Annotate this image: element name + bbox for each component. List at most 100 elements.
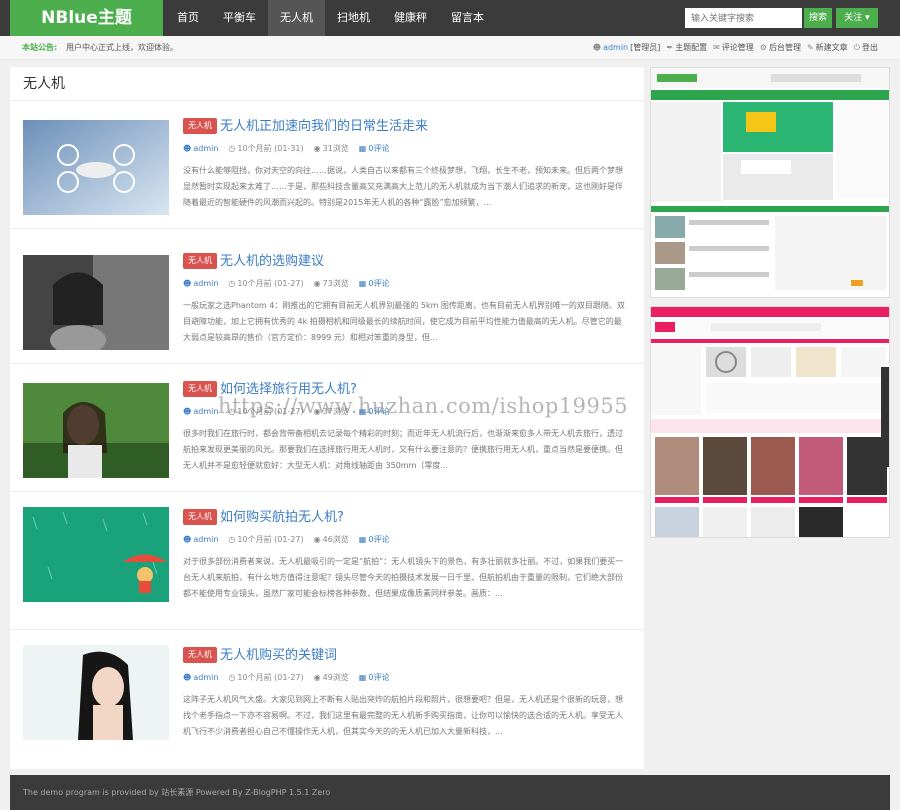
post-thumbnail[interactable] [23,383,169,478]
comment-icon: ✉ [713,43,720,52]
category-tag[interactable]: 无人机 [183,118,217,134]
post-views: ◉ 49浏览 [314,672,349,683]
comment-manage-label[interactable]: 评论管理 [722,36,754,60]
sidebar-ad-shop[interactable] [650,306,890,538]
admin-panel-label[interactable]: 后台管理 [769,36,801,60]
woman-park-image[interactable] [23,383,169,478]
search-input[interactable] [685,8,802,28]
category-tag[interactable]: 无人机 [183,647,217,663]
views-text: 46浏览 [322,535,349,544]
nav-health-scale[interactable]: 健康秤 [382,0,439,36]
power-icon: ⏻ [853,43,860,52]
post-excerpt: 很多时我们在旅行时，都会背带备相机去记录每个精彩的时刻；而近年无人机流行后，也渐… [183,429,623,470]
post-author[interactable]: ☻ admin [183,534,218,545]
nav-drone[interactable]: 无人机 [268,0,325,36]
comments-text[interactable]: 0评论 [368,534,389,545]
user-icon: ☻ [183,279,192,288]
watermark-text: https://www.huzhan.com/ishop19955 [218,394,629,418]
category-tag[interactable]: 无人机 [183,509,217,525]
search-button[interactable]: 搜索 [804,8,832,28]
views-text: 49浏览 [322,673,349,682]
sidebar-ad-banner[interactable] [650,67,890,298]
rain-illustration-image[interactable] [23,507,169,602]
post-comments[interactable]: ▦ 0评论 [359,672,390,683]
post-author[interactable]: ☻ admin [183,406,218,417]
post-comments[interactable]: ▦ 0评论 [359,534,390,545]
post-author[interactable]: ☻ admin [183,143,218,154]
author-name[interactable]: admin [193,407,218,416]
author-name[interactable]: admin [193,279,218,288]
post-excerpt: 没有什么能够阻挡，你对天空的向往……据说，人类自古以来都有三个终极梦想，飞翔，长… [183,166,623,207]
post-views: ◉ 46浏览 [314,534,349,545]
author-name[interactable]: admin [193,535,218,544]
site-logo[interactable]: NBlue主题 [10,0,163,36]
post-comments[interactable]: ▦ 0评论 [359,278,390,289]
woman-portrait-image[interactable] [23,645,169,740]
post-comments[interactable]: ▦ 0评论 [359,143,390,154]
admin-name[interactable]: admin [603,36,628,60]
author-name[interactable]: admin [193,144,218,153]
post-thumbnail[interactable] [23,645,169,740]
comments-text[interactable]: 0评论 [368,143,389,154]
user-icon: ☻ [183,535,192,544]
eye-icon: ◉ [313,673,321,682]
category-tag[interactable]: 无人机 [183,381,217,397]
nav-home[interactable]: 首页 [165,0,211,36]
user-icon: ☻ [183,407,192,416]
post-thumbnail[interactable] [23,507,169,602]
post-date: ◷ 10个月前 (01-27) [228,672,303,683]
ad-shop-screenshot-image[interactable] [651,307,890,538]
drone-image[interactable] [23,120,169,215]
post-author[interactable]: ☻ admin [183,672,218,683]
wrench-icon: ✒ [666,43,674,52]
category-tag[interactable]: 无人机 [183,253,217,269]
post-meta: ☻ admin ◷ 10个月前 (01-31) ◉ 31浏览 ▦ 0评论 [183,143,389,154]
post-title[interactable]: 如何购买航拍无人机? [220,506,344,525]
post-excerpt: 对于很多部份消费者来说，无人机最吸引的一定是“航拍”：无人机镜头下的景色，有多壮… [183,557,624,598]
post-item: 无人机 无人机正加速向我们的日常生活走来 ☻ admin ◷ 10个月前 (01-3… [10,102,644,229]
author-name[interactable]: admin [193,673,218,682]
post-meta: ☻ admin ◷ 10个月前 (01-27) ◉ 49浏览 ▦ 0评论 [183,672,389,683]
post-title[interactable]: 无人机正加速向我们的日常生活走来 [220,115,428,134]
user-icon: ☻ [183,673,192,682]
post-excerpt: 一般玩家之选Phantom 4：刚推出的它拥有目前无人机界别最强的 5km 图传… [183,301,625,342]
comment-manage-link[interactable]: ✉ 评论管理 [713,36,754,60]
woman-bw-image[interactable] [23,255,169,350]
post-title[interactable]: 无人机的选购建议 [220,250,324,269]
notice-label: 本站公告: [22,43,58,52]
nav-robot-vacuum[interactable]: 扫地机 [325,0,382,36]
user-icon: ☻ [183,144,192,153]
new-post-link[interactable]: ✎ 新建文章 [807,36,848,60]
follow-button[interactable]: 关注 ▾ [836,8,878,28]
logout-link[interactable]: ⏻ 登出 [854,36,878,60]
nav-balance-car[interactable]: 平衡车 [211,0,268,36]
post-date: ◷ 10个月前 (01-31) [228,143,303,154]
date-text: 10个月前 (01-31) [237,144,304,153]
post-author[interactable]: ☻ admin [183,278,218,289]
new-post-label[interactable]: 新建文章 [816,36,848,60]
post-title[interactable]: 无人机购买的关键词 [220,644,337,663]
edit-icon: ✎ [806,43,814,52]
clock-icon: ◷ [228,279,236,288]
comments-text[interactable]: 0评论 [368,278,389,289]
nav-guestbook[interactable]: 留言本 [439,0,496,36]
post-item: 无人机 无人机购买的关键词 ☻ admin ◷ 10个月前 (01-27) ◉ 49浏… [10,631,644,769]
post-thumbnail[interactable] [23,120,169,215]
comments-text[interactable]: 0评论 [368,672,389,683]
ad-screenshot-image[interactable] [651,68,890,298]
comment-icon: ▦ [358,279,367,288]
admin-panel-link[interactable]: ⚙ 后台管理 [760,36,801,60]
gear-icon: ⚙ [759,43,767,52]
date-text: 10个月前 (01-27) [237,673,304,682]
post-item: 无人机 如何购买航拍无人机? ☻ admin ◷ 10个月前 (01-27) ◉ 46… [10,493,644,630]
theme-config-link[interactable]: ✒ 主题配置 [666,36,707,60]
clock-icon: ◷ [228,673,236,682]
comment-icon: ▦ [358,535,367,544]
logout-label[interactable]: 登出 [862,36,878,60]
eye-icon: ◉ [313,279,321,288]
views-text: 73浏览 [322,279,349,288]
comment-icon: ▦ [358,144,367,153]
theme-config-label[interactable]: 主题配置 [675,36,707,60]
post-thumbnail[interactable] [23,255,169,350]
admin-link[interactable]: ☻ admin [管理员] [593,36,661,60]
